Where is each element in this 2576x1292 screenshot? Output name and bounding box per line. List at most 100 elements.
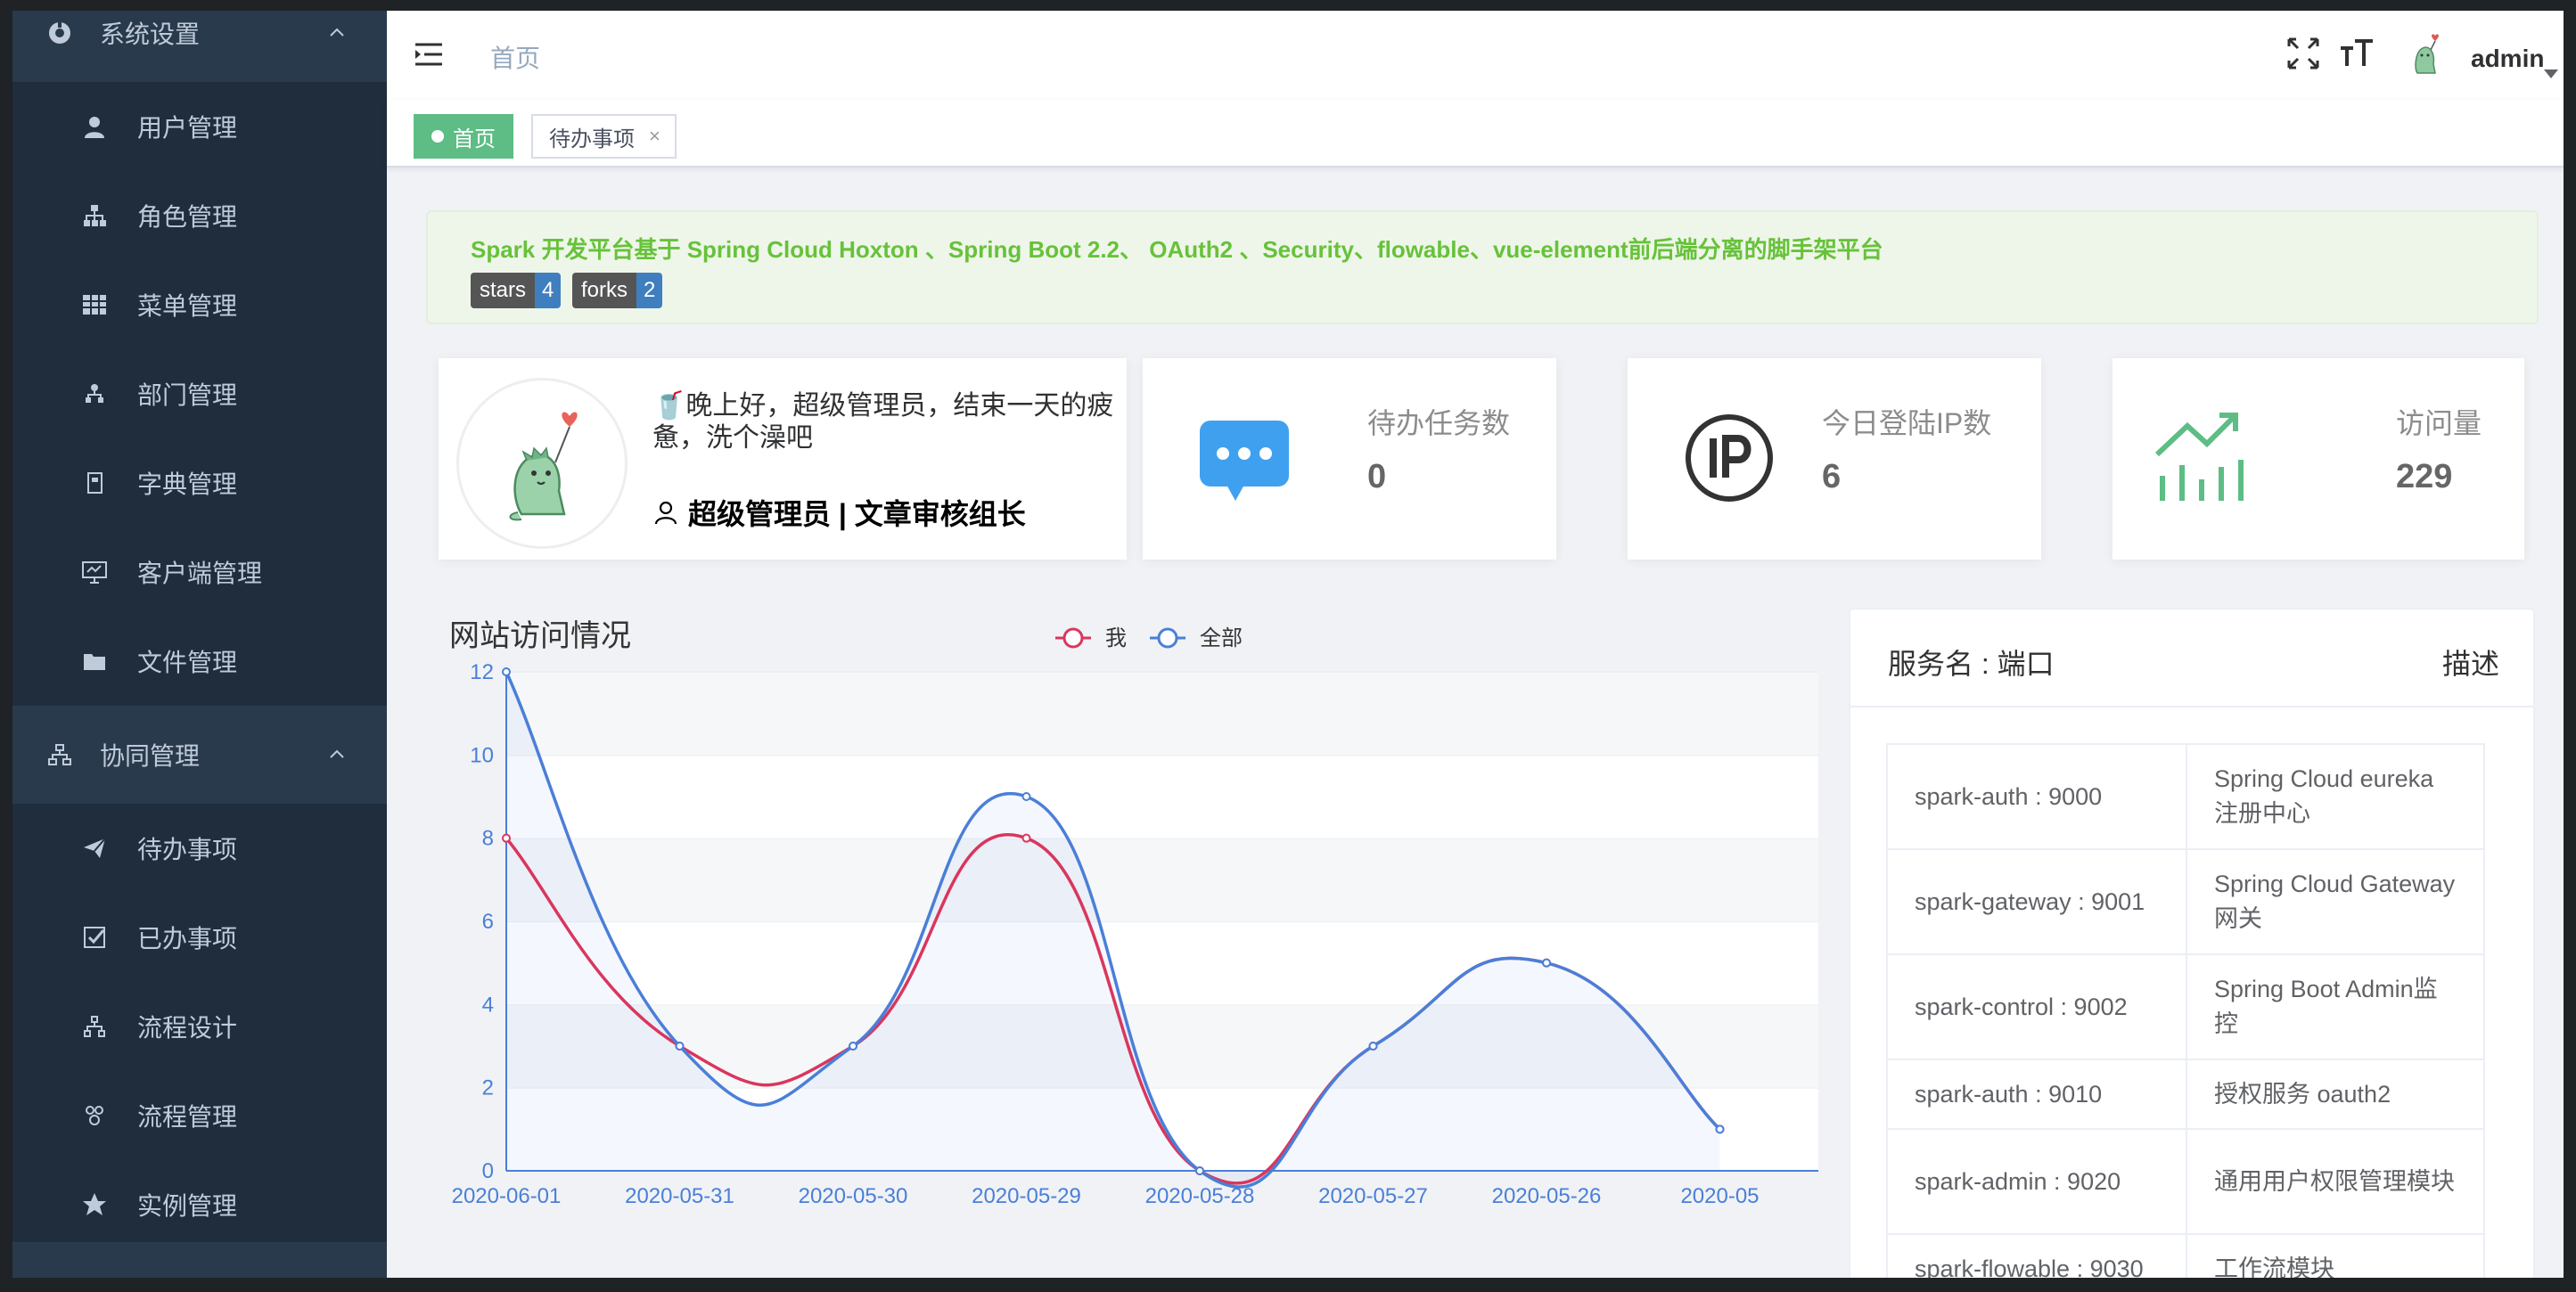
stat-value: 6	[1822, 458, 1842, 495]
grid-band	[506, 672, 1818, 756]
stars-label: stars	[471, 273, 536, 308]
hamburger-menu-icon[interactable]	[414, 41, 444, 68]
services-card: 服务名 : 端口 描述 spark-auth : 9000 Spring Clo…	[1849, 608, 2535, 1278]
legend-marker	[1062, 627, 1084, 649]
ip-stat-card[interactable]: 今日登陆IP数 6	[1628, 358, 2041, 560]
monitor-icon	[80, 558, 109, 586]
stars-value: 4	[535, 273, 562, 308]
sidebar-item-instances[interactable]: 实例管理	[12, 1160, 387, 1249]
stat-title: 待办任务数	[1367, 407, 1511, 439]
sidebar-item-departments[interactable]: 部门管理	[12, 349, 387, 438]
header-description: 描述	[2441, 648, 2499, 680]
x-tick-label: 2020-06-01	[452, 1184, 562, 1208]
services-table: spark-auth : 9000 Spring Cloud eureka注册中…	[1886, 743, 2485, 1278]
data-point	[1195, 1166, 1204, 1175]
stat-title: 访问量	[2396, 407, 2482, 439]
tags-view: 首页 待办事项 ×	[387, 100, 2564, 168]
tag-label: 首页	[453, 127, 496, 151]
sidebar-item-done[interactable]: 已办事项	[12, 893, 387, 982]
sidebar-item-flow-design[interactable]: 流程设计	[12, 982, 387, 1071]
x-tick-label: 2020-05-29	[972, 1184, 1081, 1208]
sidebar-item-files[interactable]: 文件管理	[12, 617, 387, 706]
sidebar-group-system[interactable]: 系统设置	[12, 11, 387, 82]
service-name-cell: spark-auth : 9000	[1886, 743, 2187, 850]
sidebar-item-label: 文件管理	[137, 649, 238, 676]
sidebar-item-clients[interactable]: 客户端管理	[12, 527, 387, 617]
fullscreen-icon[interactable]	[2285, 36, 2321, 71]
org-tree-icon	[80, 201, 109, 230]
data-point	[675, 1042, 685, 1051]
todo-stat-card[interactable]: 待办任务数 0	[1143, 358, 1556, 560]
sidebar-item-menus[interactable]: 菜单管理	[12, 260, 387, 349]
flow-design-icon	[80, 1012, 109, 1041]
sidebar-group-label: 协同管理	[100, 742, 201, 770]
grid-band	[506, 838, 1818, 921]
table-grid-icon	[80, 290, 109, 319]
sidebar-item-flow-manage[interactable]: 流程管理	[12, 1071, 387, 1160]
breadcrumb[interactable]: 首页	[490, 39, 540, 75]
chevron-up-icon	[326, 22, 348, 44]
tag-label: 待办事项	[549, 127, 635, 151]
greeting-text: 🥤晚上好，超级管理员，结束一天的疲惫，洗个澡吧	[652, 391, 1114, 453]
forks-label: forks	[572, 273, 637, 308]
x-tick-label: 2020-05-31	[625, 1184, 734, 1208]
sitemap-icon	[46, 741, 73, 768]
dictionary-icon	[80, 469, 109, 497]
grid-band	[506, 755, 1818, 838]
service-desc-cell: Spring Boot Admin监控	[2186, 953, 2485, 1060]
data-point	[1021, 792, 1031, 801]
tag-home[interactable]: 首页	[414, 114, 513, 159]
font-size-icon[interactable]	[2339, 36, 2375, 71]
forks-badge[interactable]: forks 2	[572, 273, 663, 308]
data-point	[502, 833, 511, 843]
y-tick-label: 8	[482, 827, 494, 851]
sidebar-item-label: 流程设计	[137, 1014, 238, 1042]
sidebar-item-label: 角色管理	[137, 203, 238, 231]
service-desc-cell: 通用用户权限管理模块	[2186, 1128, 2485, 1235]
sidebar-item-roles[interactable]: 角色管理	[12, 171, 387, 260]
visit-stat-card[interactable]: 访问量 229	[2112, 358, 2524, 560]
sidebar-group-label: 系统设置	[100, 20, 201, 48]
sidebar-item-users[interactable]: 用户管理	[12, 82, 387, 171]
profile-card: 🥤晚上好，超级管理员，结束一天的疲惫，洗个澡吧 超级管理员 | 文章审核组长	[439, 358, 1127, 560]
table-row: spark-auth : 9000 Spring Cloud eureka注册中…	[1886, 743, 2485, 850]
sidebar-group-next[interactable]	[12, 1242, 387, 1278]
service-desc-cell: Spring Cloud eureka注册中心	[2186, 743, 2485, 850]
service-name-cell: spark-admin : 9020	[1886, 1128, 2187, 1235]
forks-value: 2	[636, 273, 663, 308]
header-service-name: 服务名 : 端口	[1888, 648, 2055, 680]
y-tick-label: 6	[482, 910, 494, 934]
active-dot-icon	[431, 130, 444, 143]
sidebar-item-todo[interactable]: 待办事项	[12, 804, 387, 893]
sidebar-item-label: 用户管理	[137, 114, 238, 142]
chevron-up-icon	[326, 744, 348, 765]
data-point	[1542, 958, 1551, 968]
sidebar-item-label: 字典管理	[137, 470, 238, 498]
stars-badge[interactable]: stars 4	[471, 273, 562, 308]
trend-chart-icon	[2148, 405, 2255, 511]
service-name-cell: spark-auth : 9010	[1886, 1059, 2187, 1130]
close-icon[interactable]: ×	[649, 125, 660, 148]
paper-plane-icon	[80, 834, 109, 863]
tag-todo[interactable]: 待办事项 ×	[531, 114, 677, 159]
role-text: 超级管理员 | 文章审核组长	[688, 498, 1026, 530]
user-icon	[80, 112, 109, 141]
sidebar: 系统设置 用户管理 角色管理 菜单管理 部门管理 字典管理 客户端管理 文件管理…	[12, 11, 387, 1278]
intro-alert: Spark 开发平台基于 Spring Cloud Hoxton 、Spring…	[426, 210, 2539, 324]
avatar	[456, 378, 628, 549]
service-desc-cell: Spring Cloud Gateway网关	[2186, 848, 2485, 955]
app-window: 系统设置 用户管理 角色管理 菜单管理 部门管理 字典管理 客户端管理 文件管理…	[12, 11, 2564, 1278]
flow-manage-icon	[80, 1101, 109, 1130]
data-point	[1021, 833, 1031, 843]
x-tick-label: 2020-05	[1680, 1184, 1759, 1208]
sidebar-item-label: 实例管理	[137, 1192, 238, 1220]
legend-label: 我	[1105, 626, 1127, 650]
caret-down-icon[interactable]	[2544, 70, 2558, 78]
avatar[interactable]	[2408, 32, 2448, 77]
sidebar-item-dictionary[interactable]: 字典管理	[12, 438, 387, 527]
username[interactable]: admin	[2471, 45, 2544, 73]
x-tick-label: 2020-05-30	[799, 1184, 908, 1208]
sidebar-group-collab[interactable]: 协同管理	[12, 706, 387, 804]
x-tick-label: 2020-05-27	[1318, 1184, 1428, 1208]
ip-icon	[1676, 405, 1783, 511]
